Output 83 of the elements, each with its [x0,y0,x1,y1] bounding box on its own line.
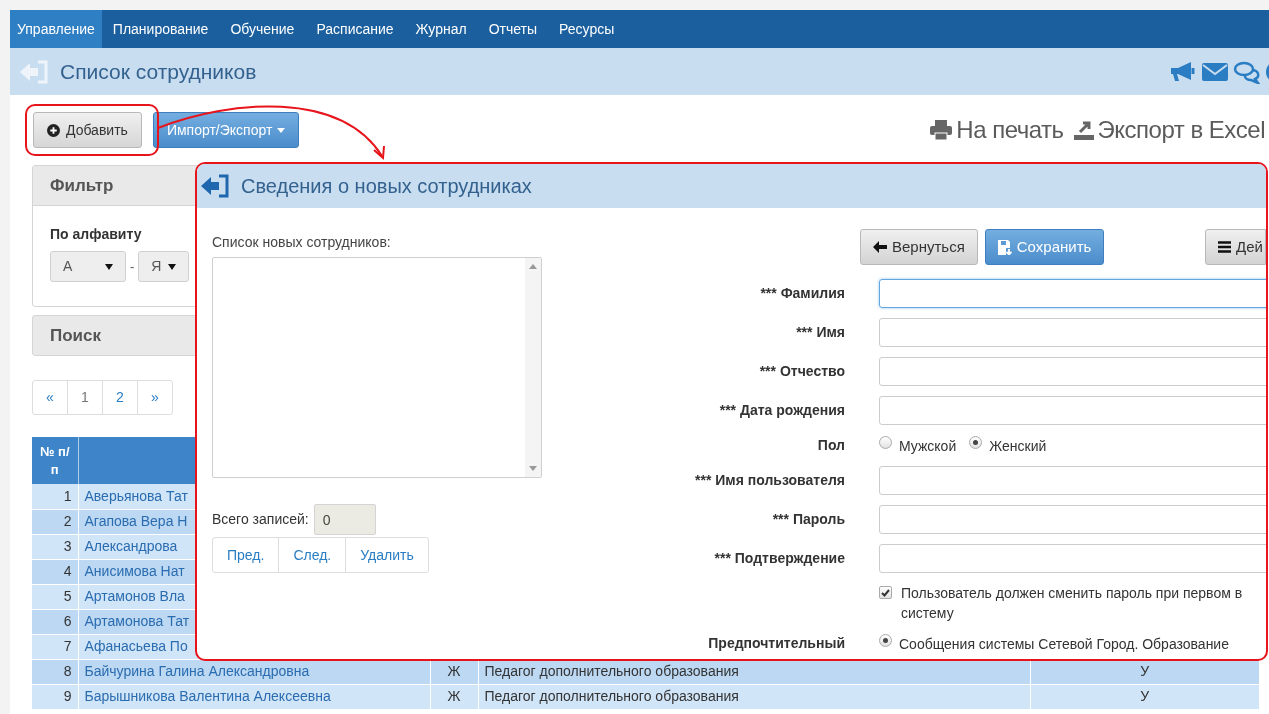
envelope-icon[interactable] [1201,60,1229,83]
panel-title: Фильтр [50,174,114,197]
plus-circle-icon [47,123,60,137]
table-cell: 5 [32,584,78,609]
caret-icon [168,263,177,270]
text-field[interactable] [879,396,1266,425]
export-excel-link[interactable]: Экспорт в Excel [1073,112,1265,148]
page-link[interactable]: « [32,380,68,415]
page-link[interactable]: » [137,380,173,415]
radio-button[interactable] [879,633,892,647]
field-label: *** Имя [795,323,845,342]
menu-item[interactable]: Управление [10,10,102,48]
menu-item[interactable]: Планирование [101,10,220,48]
back-button[interactable]: Вернуться [860,229,978,265]
text-field[interactable] [879,505,1266,534]
list-nav-button[interactable]: Удалить [345,537,429,573]
checkbox-label: Пользователь должен сменить пароль при первом в систему [901,584,1243,623]
table-cell: 6 [32,609,78,634]
menu-item[interactable]: Обучение [219,10,306,48]
letter-select[interactable]: Я [138,251,190,282]
text-field[interactable] [879,279,1266,308]
scroll-up-icon[interactable] [529,264,537,269]
table-cell: У [1030,684,1260,709]
menu-item[interactable]: Ресурсы [548,10,626,48]
radio-label: Мужской [899,436,957,456]
list-nav-button[interactable]: Пред. [212,537,280,573]
table-cell: 3 [32,534,78,559]
filter-label: По алфавиту [50,225,142,244]
list-nav-button[interactable]: След. [278,537,347,573]
text-field[interactable] [879,466,1266,495]
table-cell: 7 [32,634,78,659]
radio-button[interactable] [879,435,892,449]
table-cell: Педагог дополнительного образования [478,684,1030,709]
total-label: Всего записей: [212,510,309,529]
save-icon [997,239,1012,255]
scrollbar[interactable] [525,258,541,477]
field-label: *** Имя пользователя [694,471,845,490]
menu-item[interactable]: Отчеты [477,10,549,48]
table-cell: 2 [32,509,78,534]
scroll-down-icon[interactable] [529,466,537,471]
total-field[interactable]: 0 [313,504,376,535]
field-label: *** Отчество [758,362,845,381]
radio-button[interactable] [969,435,983,449]
table-cell: 8 [32,659,78,684]
field-label: Предпочтительный [707,634,845,653]
sign-in-icon [199,173,231,199]
sign-in-icon [18,58,50,85]
field-label: Пол [816,436,845,455]
text-field[interactable] [879,357,1266,386]
add-button[interactable]: Добавить [33,112,142,148]
letter-select[interactable]: А [50,251,126,282]
arrow-left-icon [873,241,887,253]
page-link[interactable]: 1 [67,380,103,415]
text-field[interactable] [879,318,1266,347]
field-label: *** Дата рождения [718,401,845,420]
list-label: Список новых сотрудников: [212,233,392,252]
megaphone-icon[interactable] [1169,59,1197,84]
field-label: *** Подтверждение [713,549,845,568]
table-cell[interactable]: Барышникова Валентина Алексеевна [78,684,430,709]
table-cell: 1 [32,484,78,509]
radio-label: Женский [989,436,1047,456]
menu-item[interactable]: Расписание [305,10,405,48]
table-cell: 4 [32,559,78,584]
print-link[interactable]: На печать [930,112,1064,148]
menu-item[interactable]: Журнал [404,10,478,48]
printer-icon [930,120,953,140]
field-label: *** Фамилия [759,284,845,303]
field-label: *** Пароль [771,510,845,529]
table-cell: 9 [32,684,78,709]
text-field[interactable] [879,544,1266,573]
checkbox[interactable] [879,586,892,599]
actions-button[interactable]: Дей [1205,229,1266,265]
caret-icon [277,127,286,133]
menu-icon [1218,241,1232,253]
dialog-title: Сведения о новых сотрудниках [241,174,532,199]
export-icon [1073,120,1094,140]
table-cell: Ж [430,684,478,709]
page-link[interactable]: 2 [102,380,138,415]
radio-label: Сообщения системы Сетевой Город. Образование [899,634,1229,654]
range-separator: - [130,257,135,276]
chat-icon[interactable] [1233,59,1261,84]
page-title: Список сотрудников [60,58,257,85]
caret-icon [105,263,113,270]
